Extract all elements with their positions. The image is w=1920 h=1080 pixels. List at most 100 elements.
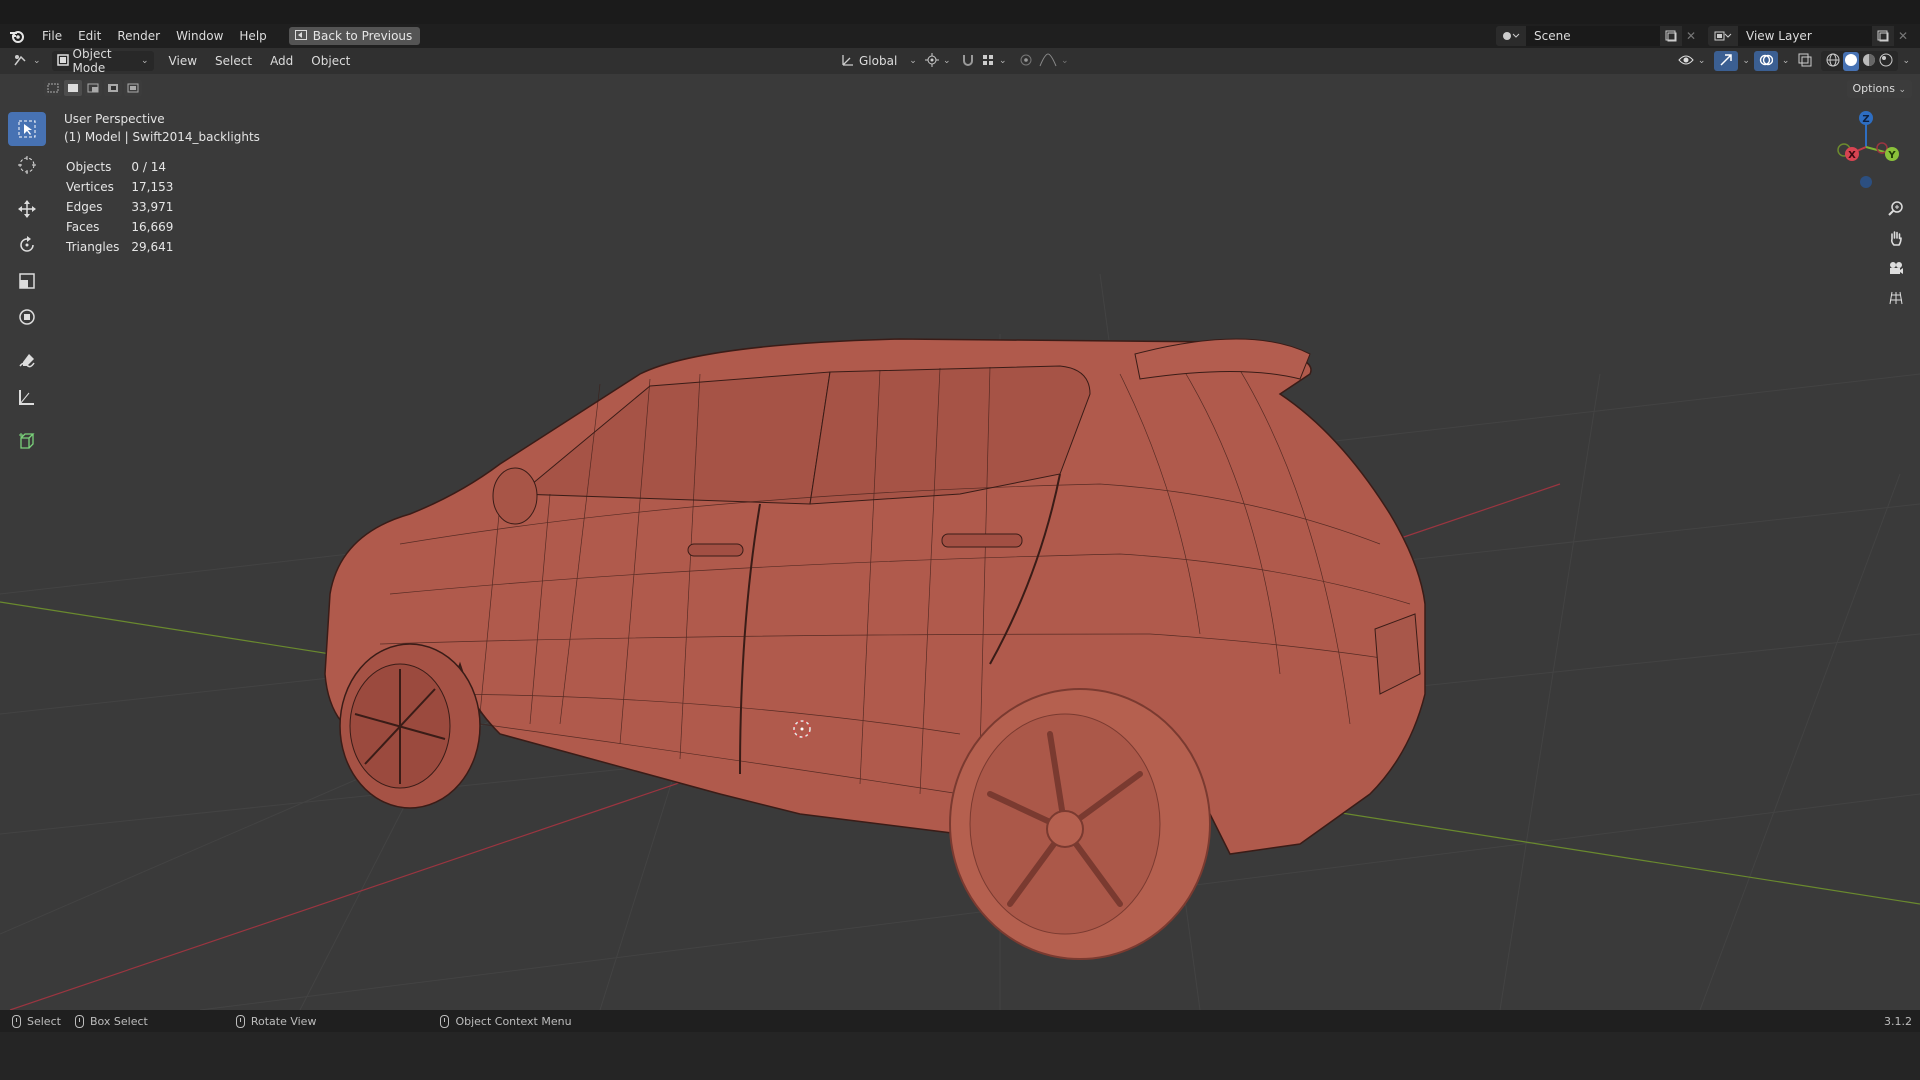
rotate-icon[interactable] <box>8 228 46 262</box>
visibility-selector[interactable]: ⌄ <box>1673 51 1711 71</box>
stat-label: Edges <box>66 200 103 214</box>
select-new-icon[interactable] <box>44 80 62 96</box>
scene-selector[interactable]: Scene ✕ <box>1496 26 1700 46</box>
blender-logo-icon[interactable] <box>0 24 34 48</box>
selection-mode-buttons <box>44 80 142 98</box>
header-menu-add[interactable]: Add <box>261 51 302 71</box>
select-invert-icon[interactable] <box>104 80 122 96</box>
proportional-falloff-selector[interactable]: ⌄ <box>1034 51 1074 71</box>
hint-select-label: Select <box>27 1014 61 1028</box>
axis-orientation-icon <box>841 53 855 70</box>
view-layer-selector[interactable]: View Layer ✕ <box>1708 26 1912 46</box>
viewport-scene <box>0 273 1920 1010</box>
transform-icon[interactable] <box>8 300 46 334</box>
gizmo-y-label: Y <box>1887 150 1896 161</box>
header-menu-object[interactable]: Object <box>302 51 359 71</box>
active-object-label: (1) Model | Swift2014_backlights <box>64 130 260 144</box>
viewport-shading-controls: ⌄ ⌄ ⌄ ⌄ <box>1673 51 1910 71</box>
chevron-down-icon: ⌄ <box>33 56 41 66</box>
view-layer-icon[interactable] <box>1708 26 1738 46</box>
gizmo-icon <box>1719 53 1733 70</box>
snap-target-selector[interactable]: ⌄ <box>976 51 1012 71</box>
select-intersect-icon[interactable] <box>124 80 142 96</box>
wireframe-shading-icon[interactable] <box>1826 53 1840 70</box>
toolbar-gap <box>8 184 48 192</box>
stat-row: Triangles 29,641 <box>66 238 183 256</box>
solid-shading-icon[interactable] <box>1843 51 1860 71</box>
stat-row: Edges 33,971 <box>66 198 183 216</box>
delete-scene-icon[interactable]: ✕ <box>1682 26 1700 46</box>
chevron-down-icon[interactable]: ⌄ <box>1902 56 1910 66</box>
material-shading-icon[interactable] <box>1862 53 1876 70</box>
stat-value: 33,971 <box>131 200 174 214</box>
cursor-icon[interactable] <box>8 148 46 182</box>
overlays-toggle[interactable] <box>1753 51 1778 71</box>
chevron-down-icon[interactable]: ⌄ <box>1782 56 1790 66</box>
gizmo-z-label: Z <box>1862 114 1869 125</box>
navigation-gizmo[interactable]: Z X Y <box>1826 102 1906 192</box>
editor-type-icon <box>13 53 29 70</box>
hand-pan-icon[interactable] <box>1884 224 1908 252</box>
select-subtract-icon[interactable] <box>84 80 102 96</box>
snap-grid-icon <box>981 53 995 70</box>
version-label: 3.1.2 <box>1884 1014 1912 1028</box>
stat-label: Faces <box>66 220 100 234</box>
hint-rotate-view-label: Rotate View <box>250 1014 317 1028</box>
orientation-label: Global <box>859 54 898 68</box>
transform-orientation-selector[interactable]: Global ⌄ <box>836 51 922 71</box>
window-top-strip <box>0 0 1920 24</box>
mouse-left-icon <box>12 1014 21 1028</box>
zoom-icon[interactable] <box>1884 194 1908 222</box>
gizmo-toggle[interactable] <box>1714 51 1739 71</box>
add-cube-icon[interactable] <box>8 424 46 458</box>
car-model[interactable] <box>324 338 1426 960</box>
menu-render[interactable]: Render <box>109 24 168 48</box>
back-icon <box>294 29 307 43</box>
chevron-down-icon: ⌄ <box>141 56 149 66</box>
rendered-shading-icon[interactable] <box>1879 53 1893 70</box>
editor-type-selector[interactable]: ⌄ <box>8 51 46 71</box>
scale-icon[interactable] <box>8 264 46 298</box>
navigation-buttons <box>1884 194 1908 314</box>
chevron-down-icon[interactable]: ⌄ <box>1742 56 1750 66</box>
move-icon[interactable] <box>8 192 46 226</box>
3d-viewport[interactable]: User Perspective (1) Model | Swift2014_b… <box>0 74 1920 1010</box>
back-button-label: Back to Previous <box>312 29 413 43</box>
hint-box-select-label: Box Select <box>89 1014 148 1028</box>
mode-selector[interactable]: Object Mode ⌄ <box>51 47 154 75</box>
hint-rotate-view: Rotate View <box>235 1014 317 1028</box>
chevron-down-icon: ⌄ <box>1697 56 1706 66</box>
menu-file[interactable]: File <box>34 24 70 48</box>
select-box-icon[interactable] <box>8 112 46 146</box>
delete-view-layer-icon[interactable]: ✕ <box>1894 26 1912 46</box>
object-mode-icon <box>56 53 69 69</box>
menu-edit[interactable]: Edit <box>70 24 109 48</box>
back-to-previous-button[interactable]: Back to Previous <box>288 27 421 45</box>
xray-toggle[interactable] <box>1793 51 1817 71</box>
measure-icon[interactable] <box>8 380 46 414</box>
menu-window[interactable]: Window <box>168 24 231 48</box>
scene-icon[interactable] <box>1496 26 1526 46</box>
camera-icon[interactable] <box>1884 254 1908 282</box>
magnet-icon <box>961 53 975 70</box>
grid-icon[interactable] <box>1884 284 1908 312</box>
pivot-point-selector[interactable]: ⌄ <box>920 51 956 71</box>
scene-statistics: Objects 0 / 14 Vertices 17,153 Edges 33,971… <box>64 156 185 258</box>
options-dropdown[interactable]: Options ⌄ <box>1846 80 1912 98</box>
stat-value: 17,153 <box>131 180 174 194</box>
gizmo-x-label: X <box>1848 150 1856 161</box>
header-menu-view[interactable]: View <box>160 51 206 71</box>
chevron-down-icon: ⌄ <box>1898 85 1906 95</box>
chevron-down-icon: ⌄ <box>1061 56 1069 66</box>
menu-help[interactable]: Help <box>231 24 274 48</box>
scene-name-field[interactable]: Scene <box>1526 26 1660 46</box>
stat-row: Faces 16,669 <box>66 218 183 236</box>
new-scene-icon[interactable] <box>1660 26 1682 46</box>
header-menu-select[interactable]: Select <box>206 51 261 71</box>
select-extend-icon[interactable] <box>64 80 82 96</box>
hint-box-select: Box Select <box>74 1014 148 1028</box>
view-layer-name-field[interactable]: View Layer <box>1738 26 1872 46</box>
new-view-layer-icon[interactable] <box>1872 26 1894 46</box>
top-menu-bar: File Edit Render Window Help Back to Pre… <box>0 24 1920 48</box>
annotate-icon[interactable] <box>8 344 46 378</box>
